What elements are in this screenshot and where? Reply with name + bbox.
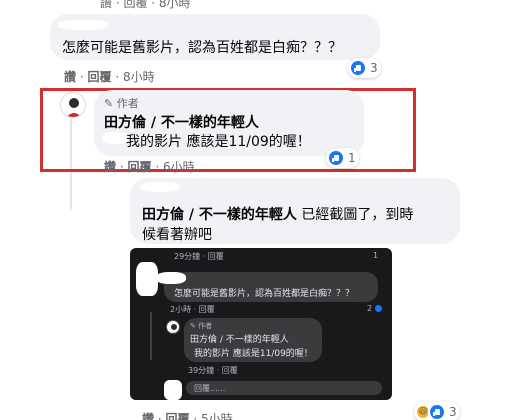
like-link[interactable]: 讚 bbox=[64, 70, 76, 84]
shot-thread-line bbox=[150, 312, 152, 360]
shot-top-count: 1 bbox=[373, 251, 379, 260]
pencil-icon: ✎ bbox=[104, 97, 114, 110]
reaction-count: 1 bbox=[348, 151, 356, 165]
shot-reply-input: 回覆...... bbox=[186, 381, 382, 395]
shot-author-avatar bbox=[166, 320, 180, 334]
reply-bubble: ✎ 作者 田方倫 / 不一樣的年輕人 我的影片 應該是11/09的喔！ bbox=[94, 90, 364, 156]
top-comment-meta: 讚 · 回覆 · 8小時 bbox=[100, 0, 191, 10]
like-icon bbox=[349, 59, 367, 77]
shot-comment-text: 怎麼可能是舊影片，認為百姓都是白痴？？？ bbox=[174, 289, 355, 299]
embedded-screenshot: 29分鐘 · 回覆 1 怎麼可能是舊影片，認為百姓都是白痴？？？ 2小時 · 回… bbox=[130, 248, 392, 400]
reply-reactions[interactable]: 1 bbox=[326, 148, 359, 168]
shot-reply-meta: 39分鐘 · 回覆 bbox=[188, 366, 238, 375]
shot-reply-text: 我的影片 應該是11/09的喔！ bbox=[194, 349, 313, 359]
reply-actions: 讚 · 回覆 · 6小時 bbox=[104, 160, 195, 174]
like-link[interactable]: 讚 bbox=[104, 160, 116, 174]
shot-top-meta: 29分鐘 · 回覆 bbox=[174, 252, 224, 261]
redacted-name bbox=[156, 272, 186, 284]
author-avatar[interactable] bbox=[60, 92, 86, 118]
like-icon bbox=[428, 403, 446, 420]
reply2-actions: 讚 · 回覆 · 5小時 bbox=[142, 410, 233, 420]
like-icon bbox=[374, 305, 382, 312]
comment-text: 怎麼可能是舊影片，認為百姓都是白痴？？？ bbox=[62, 40, 342, 56]
reaction-count: 3 bbox=[370, 61, 378, 75]
shot-comment-bubble: 怎麼可能是舊影片，認為百姓都是白痴？？？ bbox=[156, 272, 378, 302]
shot-reply-bubble: ✎ 作者 田方倫 / 不一樣的年輕人 我的影片 應該是11/09的喔！ bbox=[184, 318, 322, 362]
redacted-avatar-2 bbox=[164, 380, 182, 400]
shot-author-badge: ✎ 作者 bbox=[190, 322, 213, 330]
reply-link[interactable]: 回覆 bbox=[87, 70, 111, 84]
redacted-avatar bbox=[136, 262, 158, 296]
reply2-line2: 候看著辦吧 bbox=[142, 227, 212, 243]
reply-link[interactable]: 回覆 bbox=[127, 160, 151, 174]
like-icon bbox=[327, 149, 345, 167]
redacted-line bbox=[140, 182, 180, 192]
shot-comment-count: 2 bbox=[367, 304, 382, 313]
shot-comment-meta: 2小時 · 回覆 bbox=[170, 305, 215, 314]
shot-author-name: 田方倫 / 不一樣的年輕人 bbox=[190, 335, 289, 345]
reply-text: 我的影片 應該是11/09的喔！ bbox=[126, 134, 311, 150]
reply2-reactions[interactable]: 😆 3 bbox=[414, 402, 460, 420]
like-link[interactable]: 讚 bbox=[142, 412, 154, 420]
reply2-time[interactable]: 5小時 bbox=[201, 412, 233, 420]
redacted-name bbox=[58, 20, 108, 30]
reply-link[interactable]: 回覆 bbox=[165, 412, 189, 420]
comment-time[interactable]: 8小時 bbox=[123, 70, 155, 84]
reply-author-name[interactable]: 田方倫 / 不一樣的年輕人 bbox=[104, 112, 259, 132]
reply2-author-name[interactable]: 田方倫 / 不一樣的年輕人 bbox=[142, 207, 297, 223]
comment-reactions[interactable]: 3 bbox=[348, 58, 381, 78]
comment-actions: 讚 · 回覆 · 8小時 bbox=[64, 70, 155, 84]
pencil-icon: ✎ bbox=[190, 322, 196, 330]
redacted-mention bbox=[102, 132, 128, 144]
comment-bubble: 怎麼可能是舊影片，認為百姓都是白痴？？？ bbox=[50, 14, 380, 60]
reply-time[interactable]: 6小時 bbox=[163, 160, 195, 174]
reply2-line1: 田方倫 / 不一樣的年輕人 已經截圖了，到時 bbox=[142, 207, 414, 223]
reaction-count: 3 bbox=[449, 405, 457, 419]
author-badge: ✎ 作者 bbox=[104, 97, 139, 110]
reply2-bubble: 田方倫 / 不一樣的年輕人 已經截圖了，到時 候看著辦吧 bbox=[130, 178, 460, 244]
